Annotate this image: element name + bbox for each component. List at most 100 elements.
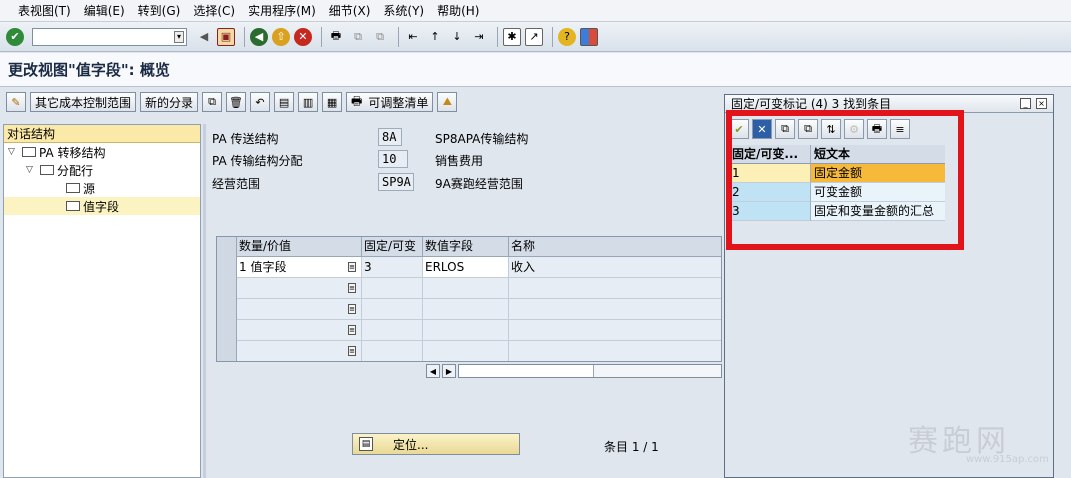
new-session-icon[interactable]: ✱ (503, 27, 521, 46)
value-help-icon[interactable]: ≡ (348, 304, 356, 314)
help-icon[interactable]: ? (558, 27, 576, 46)
tree-node-source[interactable]: 源 (4, 179, 200, 197)
tree-node-assignment-lines[interactable]: ▽ 分配行 (4, 161, 200, 179)
scroll-right-icon[interactable]: ▶ (442, 364, 456, 378)
table-cell-name: 收入 (509, 257, 721, 278)
table-cell-fixed-variable[interactable]: 3 (362, 257, 423, 278)
field-label-operating-concern: 经营范围 (212, 177, 261, 191)
table-cell-value-field[interactable] (423, 341, 509, 361)
position-button[interactable]: ▤ 定位... (352, 433, 520, 455)
value-help-icon[interactable]: ≡ (348, 262, 356, 272)
tree-node-value-fields[interactable]: 值字段 (4, 197, 200, 215)
copy-icon[interactable]: ⧉ (202, 92, 223, 112)
previous-page-icon[interactable]: ↑ (426, 28, 444, 46)
menu-edit[interactable]: 编辑(E) (84, 2, 125, 19)
shortcut-icon[interactable]: ↗ (525, 27, 543, 46)
new-entries-button[interactable]: 新的分录 (140, 92, 199, 112)
entry-counter: 条目 1 / 1 (604, 440, 659, 454)
row-selector-column[interactable] (217, 237, 237, 361)
toolbar-separator (552, 26, 553, 47)
toolbar-separator (398, 26, 399, 47)
standard-toolbar: ✔ ▾ ◀ ▣ ◀ ⇧ ✕ 🖶 ⧉ ⧉ ⇤ ↑ ↓ ⇥ ✱ ↗ ? (0, 22, 1071, 52)
command-field[interactable]: ▾ (32, 27, 187, 46)
table-cell-fixed-variable[interactable] (362, 278, 423, 299)
layout-menu-icon[interactable] (580, 27, 598, 46)
back-icon[interactable]: ◀ (250, 27, 268, 46)
table-cell-value-field[interactable] (423, 299, 509, 320)
transport-icon[interactable]: ⛰ (437, 92, 458, 112)
scroll-thumb[interactable] (459, 365, 594, 377)
table-cell-value-field[interactable]: ERLOS (423, 257, 509, 278)
field-label-pa-assignment: PA 传输结构分配 (212, 154, 303, 168)
expand-icon[interactable]: ▽ (8, 147, 18, 157)
tree-header: 对话结构 (4, 125, 200, 143)
table-horizontal-scrollbar[interactable]: ◀ ▶ (426, 364, 722, 378)
value-help-icon[interactable]: ≡ (348, 283, 356, 293)
column-header-quantity-value[interactable]: 数量/价值 (237, 237, 362, 257)
menu-details[interactable]: 细节(X) (329, 2, 371, 19)
print-icon: 🖶 (351, 93, 363, 108)
tree-node-label: 值字段 (83, 199, 120, 214)
delete-icon[interactable]: 🗑 (226, 92, 247, 112)
folder-icon (66, 183, 80, 193)
tree-node-pa-transfer[interactable]: ▽ PA 转移结构 (4, 143, 200, 161)
adjustable-list-button[interactable]: 🖶 可调整清单 (346, 92, 434, 112)
toolbar-separator (244, 26, 245, 47)
dialog-structure-tree: 对话结构 ▽ PA 转移结构 ▽ 分配行 源 值字段 (3, 124, 201, 478)
other-cost-area-button[interactable]: 其它成本控制范围 (30, 92, 137, 112)
last-page-icon[interactable]: ⇥ (470, 28, 488, 46)
toolbar-separator (321, 26, 322, 47)
undo-icon[interactable]: ↶ (250, 92, 271, 112)
scroll-track[interactable] (458, 364, 722, 378)
field-value-pa-assignment: 10 (378, 150, 408, 168)
tree-node-label: 分配行 (57, 163, 94, 178)
table-cell-quantity-value[interactable] (237, 278, 362, 299)
table-cell-value-field[interactable] (423, 320, 509, 341)
scroll-left-icon[interactable]: ◀ (426, 364, 440, 378)
deselect-all-icon[interactable]: ▦ (322, 92, 343, 112)
table-cell-quantity-value[interactable]: 1 值字段 (237, 257, 362, 278)
table-cell-fixed-variable[interactable] (362, 341, 423, 361)
command-dropdown-icon[interactable]: ▾ (174, 30, 184, 43)
save-icon[interactable]: ▣ (217, 27, 235, 46)
menu-goto[interactable]: 转到(G) (138, 2, 181, 19)
cell-text: 1 值字段 (239, 260, 287, 274)
column-header-fixed-variable[interactable]: 固定/可变 (362, 237, 423, 257)
find-next-icon[interactable]: ⧉ (371, 28, 389, 46)
enter-check-icon[interactable]: ✔ (6, 27, 24, 46)
position-icon: ▤ (359, 437, 373, 451)
select-all-icon[interactable]: ▤ (274, 92, 295, 112)
table-cell-fixed-variable[interactable] (362, 299, 423, 320)
column-header-name[interactable]: 名称 (509, 237, 721, 257)
value-help-icon[interactable]: ≡ (348, 325, 356, 335)
field-value-pa-transfer: 8A (378, 128, 402, 146)
close-icon[interactable]: × (1036, 98, 1047, 109)
minimize-icon[interactable]: _ (1020, 98, 1031, 109)
table-cell-value-field[interactable] (423, 278, 509, 299)
table-cell-name (509, 278, 721, 299)
value-help-icon[interactable]: ≡ (348, 346, 356, 356)
menu-system[interactable]: 系统(Y) (383, 2, 424, 19)
cancel-icon[interactable]: ✕ (294, 27, 312, 46)
menu-utilities[interactable]: 实用程序(M) (248, 2, 316, 19)
display-change-icon[interactable]: ✎ (6, 92, 26, 112)
menu-bar: 表视图(T) 编辑(E) 转到(G) 选择(C) 实用程序(M) 细节(X) 系… (0, 0, 1071, 22)
exit-icon[interactable]: ⇧ (272, 27, 290, 46)
select-block-icon[interactable]: ▥ (298, 92, 319, 112)
column-header-value-field[interactable]: 数值字段 (423, 237, 509, 257)
find-icon[interactable]: ⧉ (349, 28, 367, 46)
next-page-icon[interactable]: ↓ (448, 28, 466, 46)
print-icon[interactable]: 🖶 (327, 28, 345, 46)
menu-help[interactable]: 帮助(H) (437, 2, 479, 19)
menu-select[interactable]: 选择(C) (193, 2, 235, 19)
table-cell-quantity-value[interactable] (237, 320, 362, 341)
table-cell-quantity-value[interactable] (237, 341, 362, 361)
first-page-icon[interactable]: ⇤ (404, 28, 422, 46)
table-cell-quantity-value[interactable] (237, 299, 362, 320)
back-arrow-icon[interactable]: ◀ (195, 28, 213, 46)
expand-icon[interactable]: ▽ (26, 165, 36, 175)
table-cell-fixed-variable[interactable] (362, 320, 423, 341)
menu-table-view[interactable]: 表视图(T) (18, 2, 71, 19)
toolbar-separator (497, 26, 498, 47)
splitter[interactable] (203, 124, 206, 478)
